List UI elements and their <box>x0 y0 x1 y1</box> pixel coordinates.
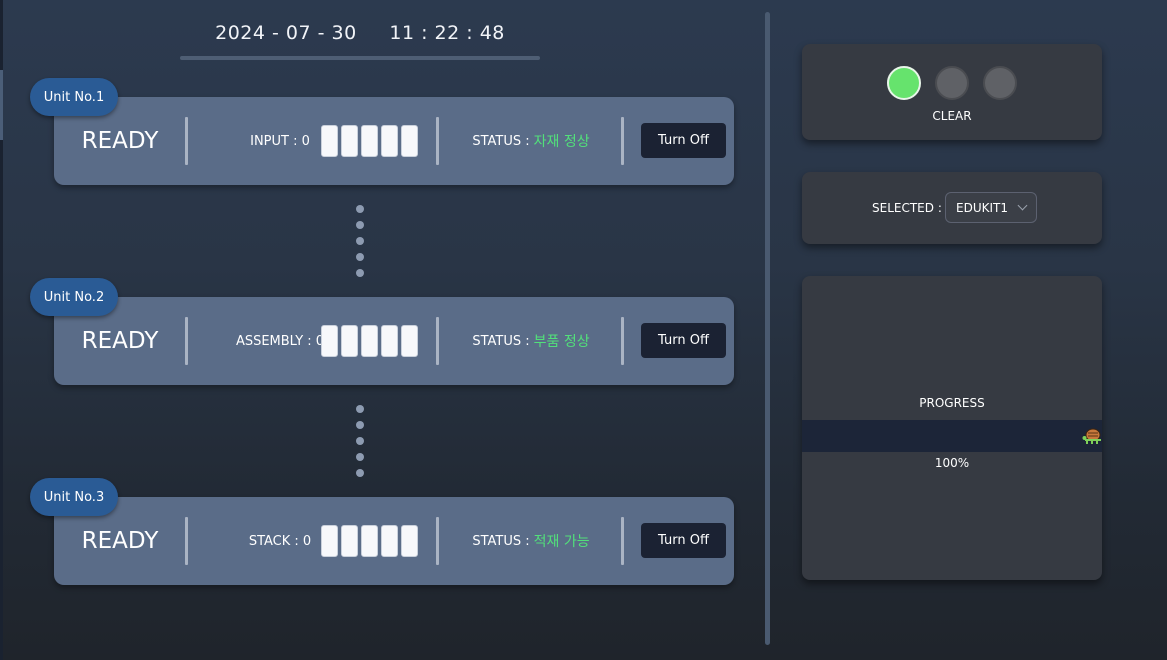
connector-dot <box>356 205 364 213</box>
signal-status-label: CLEAR <box>932 109 972 123</box>
unit-2-status-value: 부품 정상 <box>533 334 590 350</box>
slot <box>361 525 378 557</box>
signal-light-2 <box>935 66 969 100</box>
selected-label: SELECTED : <box>872 201 942 215</box>
slot <box>361 325 378 357</box>
unit-2-divider-2 <box>436 317 439 365</box>
slot <box>401 325 418 357</box>
slot <box>361 125 378 157</box>
slot <box>401 125 418 157</box>
unit-2-status-label: STATUS : <box>472 333 530 349</box>
turtle-icon <box>1082 428 1101 444</box>
unit-2-divider-1 <box>185 317 188 365</box>
unit-2-slots <box>321 325 418 357</box>
time-text: 11 : 22 : 48 <box>389 22 505 44</box>
device-select[interactable]: EDUKIT1 <box>945 192 1037 223</box>
unit-1-status: STATUS : 자재 정상 <box>441 97 621 185</box>
chevron-down-icon <box>1017 200 1028 211</box>
slot <box>321 525 338 557</box>
unit-3-status: STATUS : 적재 가능 <box>441 497 621 585</box>
unit-1-slots <box>321 125 418 157</box>
slot <box>341 325 358 357</box>
slot <box>321 325 338 357</box>
unit-1-badge: Unit No.1 <box>30 78 118 116</box>
unit-1-turn-off-button[interactable]: Turn Off <box>641 123 726 158</box>
unit-1-divider-3 <box>621 117 624 165</box>
unit-2-turn-off-button[interactable]: Turn Off <box>641 323 726 358</box>
progress-label: PROGRESS <box>919 396 985 410</box>
selector-panel: SELECTED : EDUKIT1 <box>802 172 1102 244</box>
slot <box>381 525 398 557</box>
datetime-underline <box>180 56 540 60</box>
signal-lights <box>887 66 1017 100</box>
signal-light-3 <box>983 66 1017 100</box>
slot <box>381 325 398 357</box>
slot <box>401 525 418 557</box>
connector-dot <box>356 405 364 413</box>
unit-3-divider-2 <box>436 517 439 565</box>
unit-3-badge: Unit No.3 <box>30 478 118 516</box>
connector-dot <box>356 269 364 277</box>
progress-panel: PROGRESS 100% <box>802 276 1102 580</box>
unit-3-status-label: STATUS : <box>472 533 530 549</box>
unit-2-badge: Unit No.2 <box>30 278 118 316</box>
panel-separator <box>765 12 770 645</box>
progress-percent: 100% <box>934 456 970 470</box>
progress-bar <box>802 420 1102 452</box>
unit-1-divider-2 <box>436 117 439 165</box>
unit-1-status-value: 자재 정상 <box>533 134 590 150</box>
window-left-edge-mark <box>0 70 3 140</box>
connector-dot <box>356 437 364 445</box>
unit-2-divider-3 <box>621 317 624 365</box>
slot <box>381 125 398 157</box>
progress-fill <box>802 420 1102 452</box>
connector-dot <box>356 421 364 429</box>
unit-2-card: READY ASSEMBLY : 0 STATUS : 부품 정상 Turn O… <box>54 297 734 385</box>
unit-3-divider-3 <box>621 517 624 565</box>
connector-dot <box>356 453 364 461</box>
connector-dot <box>356 237 364 245</box>
datetime-display: 2024 - 07 - 30 11 : 22 : 48 <box>180 22 540 44</box>
unit-3-turn-off-button[interactable]: Turn Off <box>641 523 726 558</box>
connector-dot <box>356 221 364 229</box>
unit-3-card: READY STACK : 0 STATUS : 적재 가능 Turn Off <box>54 497 734 585</box>
unit-3-status-value: 적재 가능 <box>533 534 590 550</box>
slot <box>341 525 358 557</box>
slot <box>321 125 338 157</box>
unit-1-card: READY INPUT : 0 STATUS : 자재 정상 Turn Off <box>54 97 734 185</box>
slot <box>341 125 358 157</box>
device-select-value: EDUKIT1 <box>956 200 1008 215</box>
signal-panel: CLEAR <box>802 44 1102 140</box>
unit-2-status: STATUS : 부품 정상 <box>441 297 621 385</box>
date-text: 2024 - 07 - 30 <box>215 22 357 44</box>
signal-light-green <box>887 66 921 100</box>
connector-dot <box>356 253 364 261</box>
unit-3-slots <box>321 525 418 557</box>
unit-1-status-label: STATUS : <box>472 133 530 149</box>
unit-1-divider-1 <box>185 117 188 165</box>
connector-dot <box>356 469 364 477</box>
unit-3-divider-1 <box>185 517 188 565</box>
